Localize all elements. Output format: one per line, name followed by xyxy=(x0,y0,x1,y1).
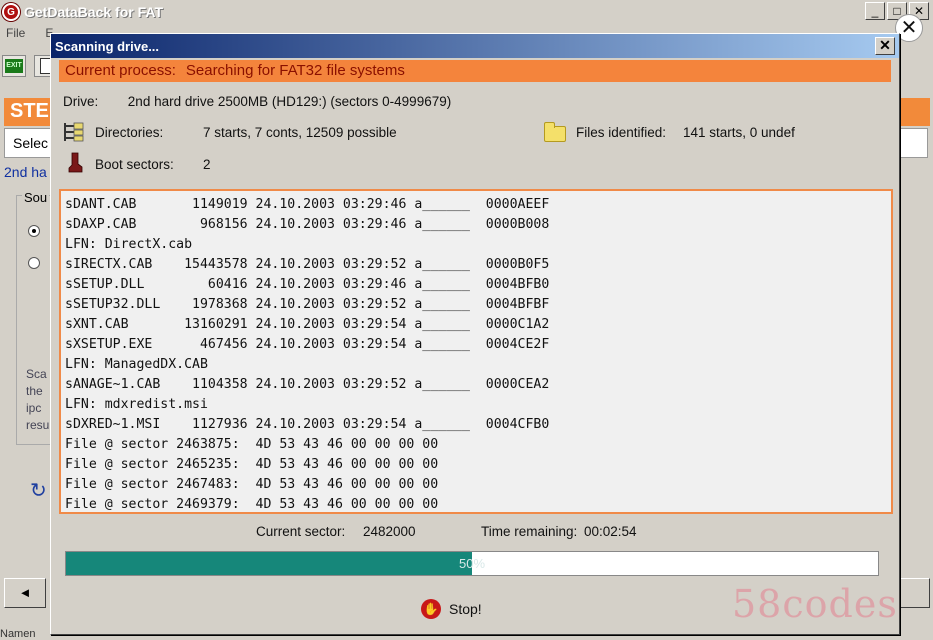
step-banner-right xyxy=(900,98,930,126)
log-line: File @ sector 2469379: 4D 53 43 46 00 00… xyxy=(65,497,439,512)
current-sector-label: Current sector: xyxy=(256,524,346,539)
drive-value: 2nd hard drive 2500MB (HD129:) (sectors … xyxy=(127,94,452,109)
scanning-dialog: Scanning drive... ✕ Current process: Sear… xyxy=(50,33,900,635)
log-line: sXNT.CAB 13160291 24.10.2003 03:29:54 a_… xyxy=(65,317,550,332)
log-line: sSETUP.DLL 60416 24.10.2003 03:29:46 a__… xyxy=(65,277,550,292)
log-line: LFN: mdxredist.msi xyxy=(65,397,208,412)
exit-button[interactable]: EXIT xyxy=(2,55,26,77)
current-sector-value: 2482000 xyxy=(363,524,416,539)
watermark: 58codes xyxy=(732,582,898,626)
time-remaining-label: Time remaining: xyxy=(481,524,578,539)
time-remaining-value: 00:02:54 xyxy=(584,524,637,539)
directories-label: Directories: xyxy=(95,125,164,140)
boot-icon xyxy=(68,152,83,173)
scan-log[interactable]: sDANT.CAB 1149019 24.10.2003 03:29:46 a_… xyxy=(59,189,893,514)
help-line: resu xyxy=(26,418,50,432)
dialog-title: Scanning drive... xyxy=(55,39,160,54)
log-line: sDANT.CAB 1149019 24.10.2003 03:29:46 a_… xyxy=(65,197,550,212)
log-line: sSETUP32.DLL 1978368 24.10.2003 03:29:52… xyxy=(65,297,550,312)
dialog-titlebar: Scanning drive... ✕ xyxy=(51,34,899,58)
drive-tree-item[interactable]: 2nd ha xyxy=(4,164,47,180)
back-button[interactable]: ◄ xyxy=(4,578,46,608)
boot-sectors-label: Boot sectors: xyxy=(95,157,174,172)
source-radio-1[interactable] xyxy=(28,225,40,237)
current-process-bar: Current process: Searching for FAT32 file… xyxy=(59,60,891,82)
minimize-button[interactable]: _ xyxy=(865,2,885,20)
log-line: sDXRED~1.MSI 1127936 24.10.2003 03:29:54… xyxy=(65,417,550,432)
stop-label: Stop! xyxy=(449,601,482,617)
log-line: LFN: DirectX.cab xyxy=(65,237,193,252)
log-line: File @ sector 2467483: 4D 53 43 46 00 00… xyxy=(65,477,439,492)
status-label: Namen xyxy=(0,628,36,640)
boot-sectors-value: 2 xyxy=(203,157,211,172)
menu-file[interactable]: File xyxy=(6,26,25,46)
folder-icon xyxy=(544,122,566,142)
log-line: LFN: ManagedDX.CAB xyxy=(65,357,208,372)
main-titlebar: G GetDataBack for FAT _ □ ✕ xyxy=(0,0,933,24)
main-window-title: GetDataBack for FAT xyxy=(24,4,163,20)
dialog-close-button[interactable]: ✕ xyxy=(875,37,895,55)
files-identified-label: Files identified: xyxy=(576,125,667,140)
current-process-label: Current process: xyxy=(65,62,176,79)
current-process-value: Searching for FAT32 file systems xyxy=(185,62,405,79)
drive-label: Drive: xyxy=(63,94,99,109)
menu-bar: File E xyxy=(0,26,53,46)
app-icon: G xyxy=(2,3,20,21)
drive-row: Drive: 2nd hard drive 2500MB (HD129:) (s… xyxy=(63,94,451,109)
files-identified-value: 141 starts, 0 undef xyxy=(683,125,795,140)
log-line: sXSETUP.EXE 467456 24.10.2003 03:29:54 a… xyxy=(65,337,550,352)
refresh-icon[interactable]: ↻ xyxy=(30,478,47,503)
help-line: ipc xyxy=(26,401,42,415)
exit-icon: EXIT xyxy=(5,59,23,73)
help-line: Sca xyxy=(26,367,47,381)
log-line: File @ sector 2465235: 4D 53 43 46 00 00… xyxy=(65,457,439,472)
next-button[interactable] xyxy=(900,578,930,608)
directory-tree-icon xyxy=(64,122,84,142)
stop-button[interactable]: ✋ Stop! xyxy=(421,594,482,624)
source-group-label: Sou xyxy=(22,190,50,205)
log-line: sDAXP.CAB 968156 24.10.2003 03:29:46 a__… xyxy=(65,217,550,232)
log-line: File @ sector 2463875: 4D 53 43 46 00 00… xyxy=(65,437,439,452)
window-controls: _ □ ✕ xyxy=(865,2,929,20)
select-box-right xyxy=(900,128,928,158)
help-line: the xyxy=(26,384,43,398)
log-line: sANAGE~1.CAB 1104358 24.10.2003 03:29:52… xyxy=(65,377,550,392)
source-radio-2[interactable] xyxy=(28,257,40,269)
side-help-text: Sca the ipc resu xyxy=(26,366,49,434)
directories-value: 7 starts, 7 conts, 12509 possible xyxy=(203,125,397,140)
progress-text: 50% xyxy=(458,556,486,571)
progress-bar: 50% xyxy=(65,551,879,576)
log-line: sIRECTX.CAB 15443578 24.10.2003 03:29:52… xyxy=(65,257,550,272)
stop-icon: ✋ xyxy=(421,599,441,619)
